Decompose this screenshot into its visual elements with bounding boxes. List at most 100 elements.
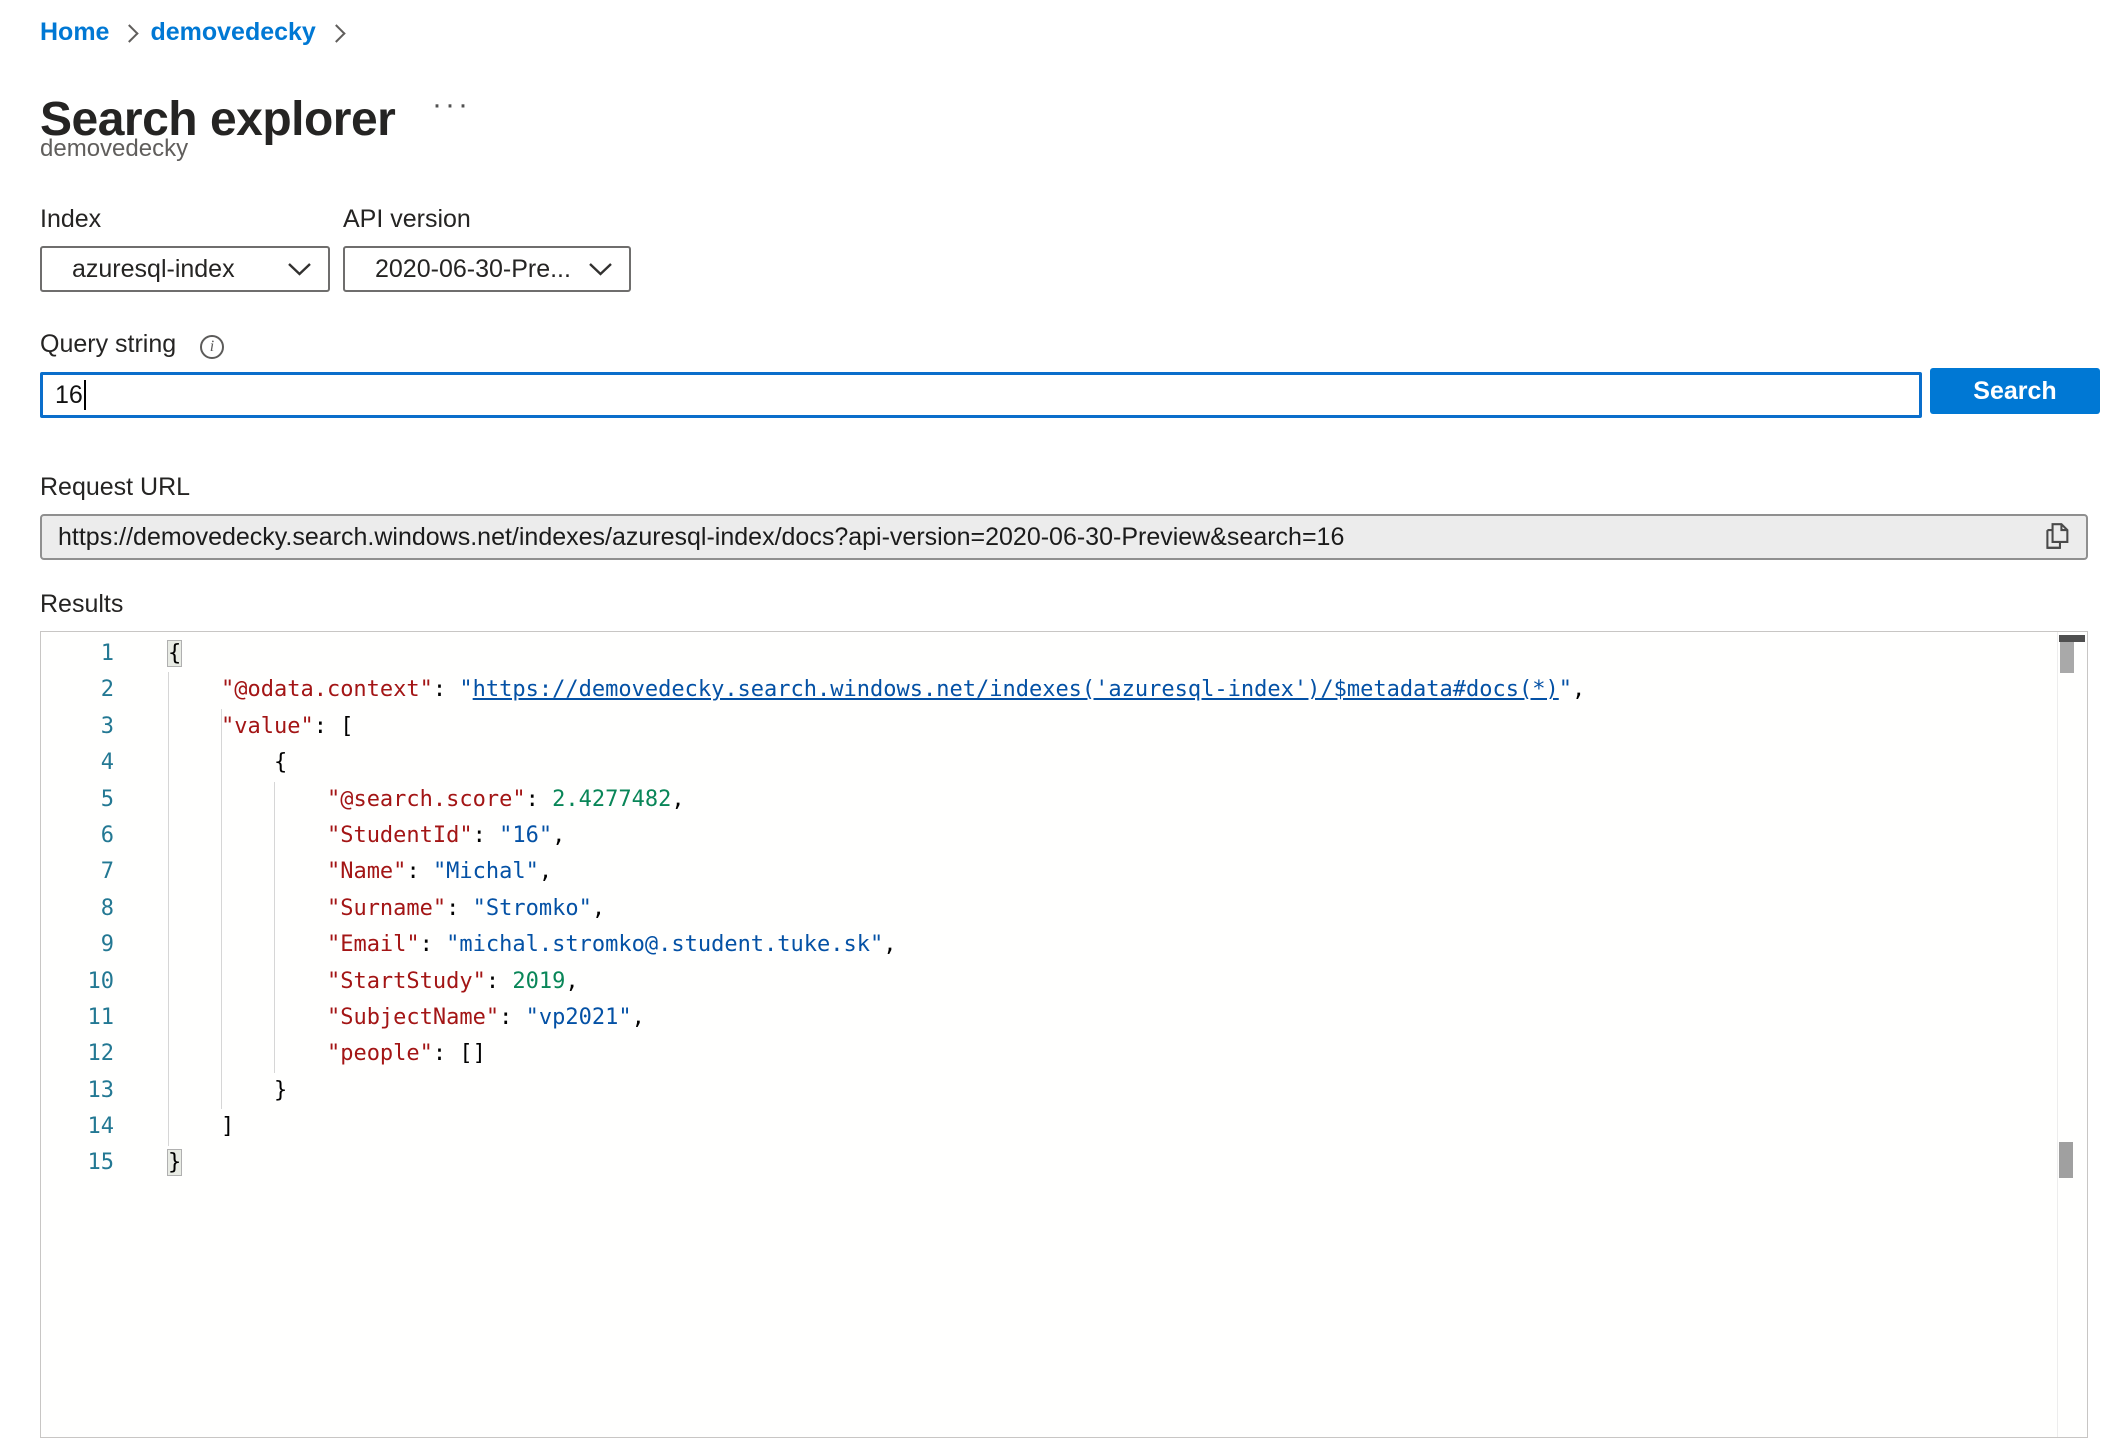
code-line: "StartStudy": 2019, — [168, 964, 2047, 1000]
code-token: 2019 — [512, 969, 565, 994]
line-number: 3 — [41, 709, 114, 745]
code-token: , — [539, 859, 552, 884]
code-token: "michal.stromko@.student.tuke.sk" — [446, 932, 883, 957]
copy-button[interactable] — [2040, 519, 2074, 555]
line-number: 10 — [41, 964, 114, 1000]
code-token — [168, 677, 221, 702]
request-url-value: https://demovedecky.search.windows.net/i… — [58, 523, 2040, 552]
code-token: "SubjectName" — [327, 1005, 499, 1030]
code-token: "Stromko" — [473, 896, 592, 921]
code-token: , — [1572, 677, 1585, 702]
index-label: Index — [40, 205, 101, 234]
code-token: : — [486, 969, 513, 994]
line-number: 13 — [41, 1073, 114, 1109]
request-url-field[interactable]: https://demovedecky.search.windows.net/i… — [40, 514, 2088, 560]
line-number: 11 — [41, 1000, 114, 1036]
text-cursor — [84, 380, 86, 410]
overview-ruler-cursor-mark — [2059, 635, 2085, 642]
search-button[interactable]: Search — [1930, 368, 2100, 414]
code-token — [168, 1078, 274, 1103]
code-line: "Email": "michal.stromko@.student.tuke.s… — [168, 927, 2047, 963]
line-number: 1 — [41, 636, 114, 672]
code-token: , — [883, 932, 896, 957]
code-token: "@search.score" — [327, 787, 526, 812]
chevron-down-icon — [287, 255, 312, 284]
info-icon[interactable]: i — [200, 335, 224, 359]
code-token: : — [446, 896, 473, 921]
code-token: "@odata.context" — [221, 677, 433, 702]
code-token — [168, 823, 327, 848]
code-line: { — [168, 745, 2047, 781]
code-token: " — [459, 677, 472, 702]
line-number: 15 — [41, 1145, 114, 1181]
code-token — [168, 969, 327, 994]
line-number: 4 — [41, 745, 114, 781]
breadcrumb-link-demovedecky[interactable]: demovedecky — [150, 18, 315, 47]
code-token — [168, 896, 327, 921]
breadcrumb-link-home[interactable]: Home — [40, 18, 109, 47]
code-line: "StudentId": "16", — [168, 818, 2047, 854]
chevron-down-icon — [588, 255, 613, 284]
editor-code: { "@odata.context": "https://demovedecky… — [168, 636, 2047, 1182]
code-token: : — [433, 677, 460, 702]
odata-context-link[interactable]: https://demovedecky.search.windows.net/i… — [473, 677, 1559, 702]
line-number: 8 — [41, 891, 114, 927]
line-number: 9 — [41, 927, 114, 963]
code-token: "StudentId" — [327, 823, 473, 848]
chevron-right-icon — [327, 24, 345, 42]
api-version-dropdown-value: 2020-06-30-Pre... — [375, 255, 571, 284]
editor-scrollbar-thumb[interactable] — [2060, 642, 2074, 673]
code-token: : — [526, 787, 553, 812]
code-token: "16" — [499, 823, 552, 848]
line-number: 12 — [41, 1036, 114, 1072]
code-token — [168, 1114, 221, 1139]
line-number: 6 — [41, 818, 114, 854]
index-dropdown-value: azuresql-index — [72, 255, 235, 284]
code-token: : — [406, 859, 433, 884]
code-line: "@search.score": 2.4277482, — [168, 782, 2047, 818]
chevron-right-icon — [121, 24, 139, 42]
code-line: "people": [] — [168, 1036, 2047, 1072]
page-subtitle: demovedecky — [40, 135, 188, 163]
copy-icon — [2042, 519, 2072, 556]
editor-scrollbar-track — [2057, 632, 2058, 1437]
code-line: "Surname": "Stromko", — [168, 891, 2047, 927]
code-token: , — [565, 969, 578, 994]
code-token: } — [274, 1078, 287, 1103]
code-token: { — [168, 641, 181, 666]
code-token: "value" — [221, 714, 314, 739]
code-token — [168, 859, 327, 884]
line-number: 2 — [41, 672, 114, 708]
code-token — [168, 714, 221, 739]
code-line: { — [168, 636, 2047, 672]
api-version-label: API version — [343, 205, 471, 234]
code-token: "vp2021" — [526, 1005, 632, 1030]
code-token: ] — [221, 1114, 234, 1139]
page-scrollbar-thumb[interactable] — [2059, 1142, 2073, 1178]
code-token: , — [632, 1005, 645, 1030]
code-line: "@odata.context": "https://demovedecky.s… — [168, 672, 2047, 708]
api-version-dropdown[interactable]: 2020-06-30-Pre... — [343, 246, 631, 292]
results-label: Results — [40, 590, 123, 619]
code-token: { — [274, 750, 287, 775]
code-token: " — [1559, 677, 1572, 702]
editor-gutter: 123456789101112131415 — [41, 636, 114, 1182]
breadcrumb: Home demovedecky — [40, 18, 343, 47]
results-json-editor[interactable]: 123456789101112131415 { "@odata.context"… — [40, 631, 2088, 1438]
line-number: 5 — [41, 782, 114, 818]
code-token: "Surname" — [327, 896, 446, 921]
query-input[interactable]: 16 — [40, 372, 1922, 418]
code-line: "Name": "Michal", — [168, 854, 2047, 890]
code-token: "Michal" — [433, 859, 539, 884]
code-token: "Name" — [327, 859, 406, 884]
index-dropdown[interactable]: azuresql-index — [40, 246, 330, 292]
code-token: "Email" — [327, 932, 420, 957]
code-token: } — [168, 1150, 181, 1175]
code-line: "value": [ — [168, 709, 2047, 745]
code-token: , — [592, 896, 605, 921]
code-line: ] — [168, 1109, 2047, 1145]
more-options-button[interactable]: ··· — [432, 90, 471, 120]
code-token: "people" — [327, 1041, 433, 1066]
code-token: : — [473, 823, 500, 848]
code-token — [168, 1041, 327, 1066]
